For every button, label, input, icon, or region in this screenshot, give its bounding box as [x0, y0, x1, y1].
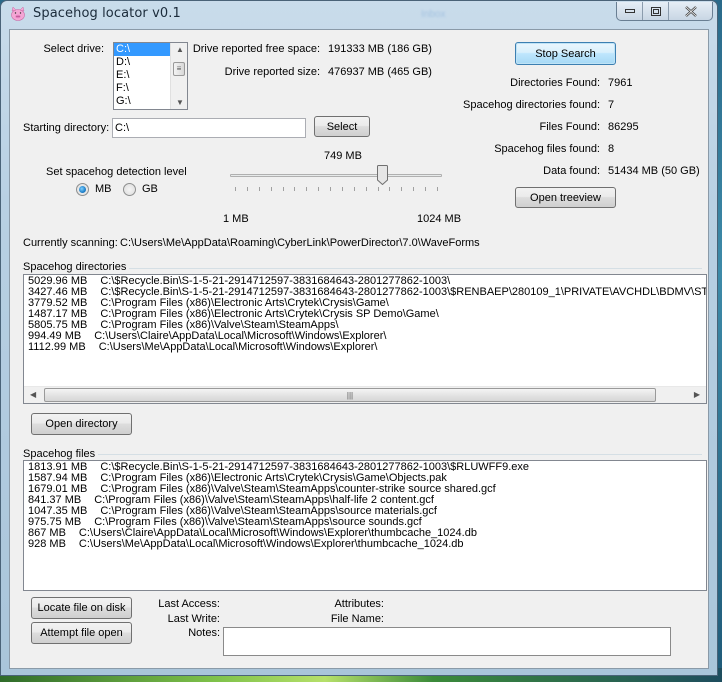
- drive-size-label: Drive reported size:: [224, 66, 320, 78]
- files-found-value: 86295: [608, 121, 639, 133]
- list-item[interactable]: 1112.99 MB C:\Users\Me\AppData\Local\Micr…: [24, 342, 706, 353]
- slider-tick: [377, 187, 379, 191]
- slider-tick: [294, 187, 296, 191]
- slider-tick: [235, 187, 236, 191]
- slider-tick: [401, 187, 403, 191]
- spacehog-directories-found-label: Spacehog directories found:: [463, 99, 600, 111]
- item-path: C:\Users\Me\AppData\Local\Microsoft\Wind…: [78, 538, 464, 550]
- unit-radio-mb[interactable]: [76, 183, 89, 196]
- spacehog-files-found-label: Spacehog files found:: [494, 143, 600, 155]
- minimize-button[interactable]: [617, 2, 643, 20]
- pig-icon: [11, 7, 25, 21]
- slider-tick: [353, 187, 355, 191]
- files-found-label: Files Found:: [539, 121, 600, 133]
- spacehog-directories-title: Spacehog directories: [23, 261, 130, 273]
- scroll-left-icon[interactable]: ◀: [30, 390, 36, 399]
- last-access-label: Last Access:: [158, 598, 220, 610]
- open-directory-button[interactable]: Open directory: [31, 413, 132, 435]
- attempt-file-open-button[interactable]: Attempt file open: [31, 622, 132, 644]
- currently-scanning-path: C:\Users\Me\AppData\Roaming\CyberLink\Po…: [120, 237, 480, 249]
- client-area: Select drive: C:\ D:\ E:\ F:\ G:\ ▲ ≡ ▼ …: [9, 29, 709, 669]
- slider-tick: [437, 187, 438, 191]
- directories-found-label: Directories Found:: [510, 77, 600, 89]
- select-drive-label: Select drive:: [43, 43, 104, 55]
- unit-radio-mb-label[interactable]: MB: [95, 183, 112, 195]
- unit-radio-gb[interactable]: [123, 183, 136, 196]
- slider-tick: [389, 187, 391, 191]
- scroll-down-icon[interactable]: ▼: [176, 98, 184, 107]
- spacehog-files-found-value: 8: [608, 143, 615, 155]
- scroll-right-icon[interactable]: ▶: [694, 390, 700, 399]
- background-window-title: Inbox: [421, 9, 446, 20]
- attributes-label: Attributes:: [334, 598, 384, 610]
- slider-tick: [341, 187, 343, 191]
- data-found-value: 51434 MB (50 GB): [608, 165, 700, 177]
- file-name-label: File Name:: [330, 613, 384, 625]
- slider-tick: [413, 187, 415, 191]
- item-path: C:\Users\Me\AppData\Local\Microsoft\Wind…: [98, 341, 378, 353]
- open-treeview-button[interactable]: Open treeview: [515, 187, 616, 208]
- detection-slider[interactable]: [230, 164, 443, 194]
- directories-scroll-thumb[interactable]: |||: [44, 388, 656, 402]
- detection-level-label: Set spacehog detection level: [46, 166, 187, 178]
- maximize-button[interactable]: [643, 2, 669, 20]
- minimize-icon: [624, 9, 635, 13]
- spacehog-files-list[interactable]: 1813.91 MB C:\$Recycle.Bin\S-1-5-21-29147…: [23, 460, 707, 591]
- app-window: Spacehog locator v0.1 Inbox Select drive…: [0, 0, 718, 676]
- close-button[interactable]: [669, 2, 712, 20]
- starting-directory-label: Starting directory:: [23, 122, 110, 134]
- free-space-value: 191333 MB (186 GB): [328, 43, 432, 55]
- notes-label: Notes:: [188, 627, 220, 639]
- directories-horizontal-scrollbar[interactable]: ◀ ||| ▶: [24, 386, 706, 403]
- slider-tick: [330, 187, 332, 191]
- title-bar[interactable]: Spacehog locator v0.1 Inbox: [1, 1, 717, 27]
- stop-search-button[interactable]: Stop Search: [515, 42, 616, 65]
- spacehog-directories-found-value: 7: [608, 99, 615, 111]
- slider-tick: [258, 187, 260, 191]
- directories-found-value: 7961: [608, 77, 633, 89]
- slider-max-label: 1024 MB: [417, 213, 462, 225]
- slider-min-label: 1 MB: [223, 213, 249, 225]
- drive-size-value: 476937 MB (465 GB): [328, 66, 432, 78]
- spacehog-files-group: [22, 454, 702, 455]
- slider-tick: [365, 187, 367, 191]
- unit-radio-gb-label[interactable]: GB: [142, 183, 158, 195]
- slider-value-label: 749 MB: [324, 150, 362, 162]
- currently-scanning-label: Currently scanning:: [23, 237, 118, 249]
- spacehog-directories-list[interactable]: 5029.96 MB C:\$Recycle.Bin\S-1-5-21-29147…: [23, 274, 707, 404]
- last-write-label: Last Write:: [167, 613, 220, 625]
- free-space-label: Drive reported free space:: [192, 43, 320, 55]
- slider-track[interactable]: [230, 174, 442, 177]
- window-title: Spacehog locator v0.1: [33, 6, 181, 21]
- slider-thumb[interactable]: [376, 165, 388, 185]
- slider-tick: [282, 187, 284, 191]
- caption-buttons: [616, 2, 713, 21]
- slider-tick: [425, 187, 427, 191]
- slider-tick: [246, 187, 248, 191]
- data-found-label: Data found:: [543, 165, 600, 177]
- starting-directory-input[interactable]: C:\: [112, 118, 306, 138]
- slider-tick: [270, 187, 272, 191]
- notes-textarea[interactable]: [223, 627, 671, 656]
- slider-tick: [306, 187, 308, 191]
- spacehog-files-title: Spacehog files: [23, 448, 99, 460]
- locate-file-button[interactable]: Locate file on disk: [31, 597, 132, 619]
- slider-tick: [318, 187, 320, 191]
- list-item[interactable]: 928 MB C:\Users\Me\AppData\Local\Microsof…: [24, 539, 706, 550]
- close-icon: [684, 5, 697, 17]
- item-size: 928 MB: [28, 538, 66, 550]
- item-size: 1112.99 MB: [28, 341, 86, 353]
- maximize-icon: [650, 6, 661, 16]
- select-directory-button[interactable]: Select: [314, 116, 370, 137]
